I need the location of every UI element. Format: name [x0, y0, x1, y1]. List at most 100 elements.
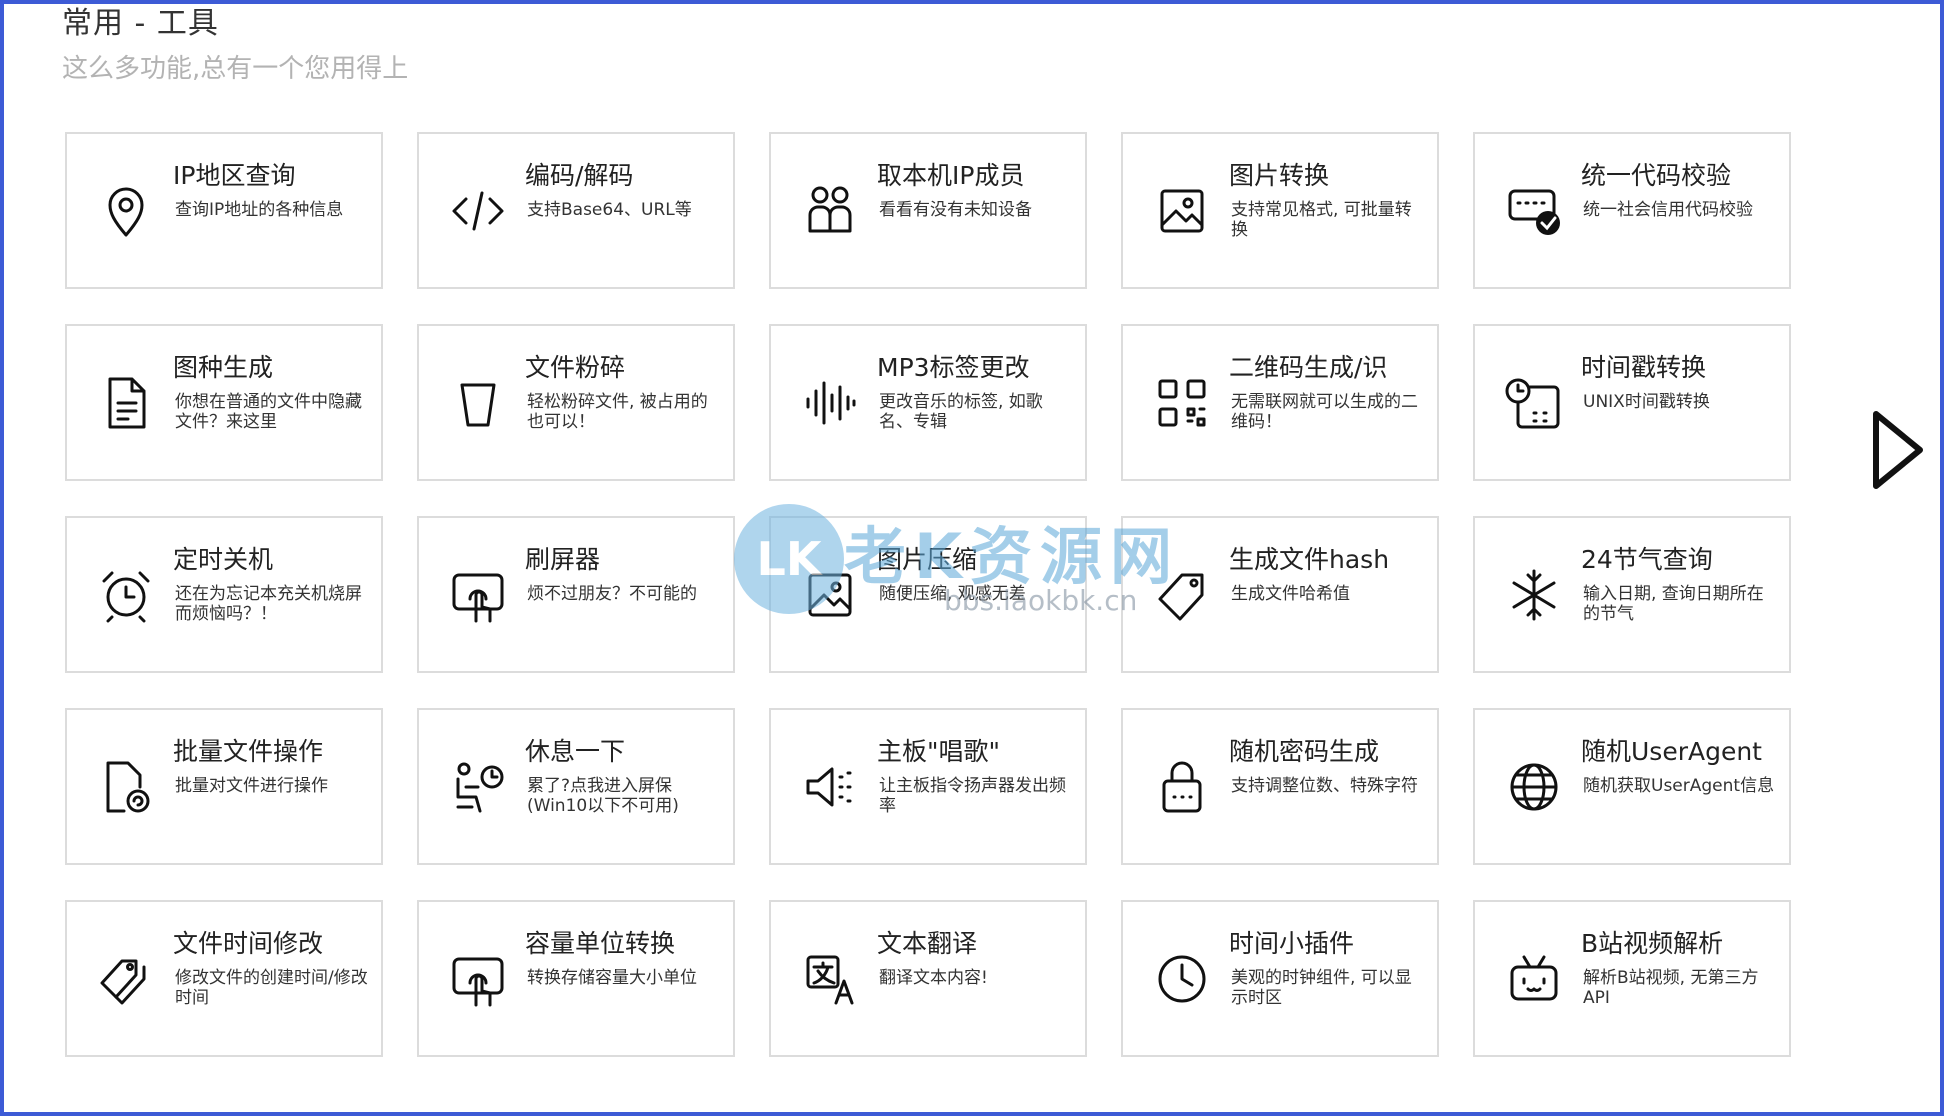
tool-card[interactable]: 刷屏器烦不过朋友？不可能的: [417, 516, 735, 673]
tags-icon: [93, 946, 159, 1012]
next-page-arrow-icon[interactable]: [1868, 408, 1926, 492]
tool-title: 时间戳转换: [1581, 353, 1707, 382]
tool-description: UNIX时间戳转换: [1583, 392, 1710, 412]
tool-title: 二维码生成/识: [1229, 353, 1388, 382]
location-pin-icon: [93, 178, 159, 244]
tool-card[interactable]: 24节气查询输入日期, 查询日期所在的节气: [1473, 516, 1791, 673]
tool-description: 批量对文件进行操作: [175, 776, 328, 796]
tool-title: 生成文件hash: [1229, 545, 1390, 574]
tool-title: 文件粉碎: [525, 353, 626, 382]
app-window: 常用 - 工具 这么多功能,总有一个您用得上 IP地区查询查询IP地址的各种信息…: [0, 0, 1944, 1116]
tool-description: 美观的时钟组件, 可以显示时区: [1231, 968, 1412, 1008]
tool-title: 文件时间修改: [173, 929, 324, 958]
speaker-icon: [797, 754, 863, 820]
calendar-clock-icon: [1501, 370, 1567, 436]
tool-description: 输入日期, 查询日期所在的节气: [1583, 584, 1764, 624]
tool-description: 转换存储容量大小单位: [527, 968, 697, 988]
tool-description: 累了?点我进入屏保(Win10以下不可用): [527, 776, 679, 816]
tool-card[interactable]: B站视频解析解析B站视频, 无第三方API: [1473, 900, 1791, 1057]
tool-title: 刷屏器: [525, 545, 601, 574]
tool-title: 随机密码生成: [1229, 737, 1380, 766]
tool-description: 烦不过朋友？不可能的: [527, 584, 697, 604]
tool-title: 批量文件操作: [173, 737, 324, 766]
tool-card[interactable]: 文件粉碎轻松粉碎文件, 被占用的也可以！: [417, 324, 735, 481]
tool-card[interactable]: 编码/解码支持Base64、URL等: [417, 132, 735, 289]
tool-card[interactable]: 统一代码校验统一社会信用代码校验: [1473, 132, 1791, 289]
clock-icon: [1149, 946, 1215, 1012]
image-icon: [1149, 178, 1215, 244]
tool-title: 文本翻译: [877, 929, 978, 958]
tool-description: 随便压缩, 观感无差: [879, 584, 1026, 604]
qr-code-icon: [1149, 370, 1215, 436]
tool-description: 轻松粉碎文件, 被占用的也可以！: [527, 392, 708, 432]
alarm-clock-icon: [93, 562, 159, 628]
tag-icon: [1149, 562, 1215, 628]
tool-card[interactable]: 批量文件操作批量对文件进行操作: [65, 708, 383, 865]
tool-title: 定时关机: [173, 545, 274, 574]
users-icon: [797, 178, 863, 244]
tool-title: 24节气查询: [1581, 545, 1713, 574]
tool-card[interactable]: 随机UserAgent 随机获取UserAgent信息: [1473, 708, 1791, 865]
translate-icon: [797, 946, 863, 1012]
tool-card[interactable]: MP3标签更改更改音乐的标签, 如歌名、专辑: [769, 324, 1087, 481]
tool-card[interactable]: 随机密码生成支持调整位数、特殊字符: [1121, 708, 1439, 865]
tool-title: 统一代码校验: [1581, 161, 1732, 190]
rest-person-icon: [445, 754, 511, 820]
tool-description: 查询IP地址的各种信息: [175, 200, 344, 220]
bilibili-tv-icon: [1501, 946, 1567, 1012]
tool-description: 更改音乐的标签, 如歌名、专辑: [879, 392, 1043, 432]
file-sync-icon: [93, 754, 159, 820]
verify-card-icon: [1501, 178, 1567, 244]
tool-description: 统一社会信用代码校验: [1583, 200, 1753, 220]
tool-card[interactable]: 时间戳转换 UNIX时间戳转换: [1473, 324, 1791, 481]
tools-grid: IP地区查询 查询IP地址的各种信息 编码/解码 支持Base64、URL等 取本机IP…: [65, 132, 1791, 1057]
globe-icon: [1501, 754, 1567, 820]
tool-description: 解析B站视频, 无第三方API: [1583, 968, 1759, 1008]
tool-title: 容量单位转换: [525, 929, 676, 958]
tool-title: 图片转换: [1229, 161, 1330, 190]
tool-description: 翻译文本内容!: [879, 968, 988, 988]
tool-card[interactable]: 主板"唱歌" 让主板指令扬声器发出频率: [769, 708, 1087, 865]
tool-card[interactable]: IP地区查询查询IP地址的各种信息: [65, 132, 383, 289]
touch-screen-icon: [445, 946, 511, 1012]
image-compress-icon: [797, 562, 863, 628]
tool-title: 时间小插件: [1229, 929, 1355, 958]
tool-card[interactable]: 文件时间修改 修改文件的创建时间/修改时间: [65, 900, 383, 1057]
tool-card[interactable]: 时间小插件美观的时钟组件, 可以显示时区: [1121, 900, 1439, 1057]
tool-description: 支持Base64、URL等: [527, 200, 692, 220]
code-icon: [445, 178, 511, 244]
tool-card[interactable]: 文本翻译翻译文本内容!: [769, 900, 1087, 1057]
tool-description: 生成文件哈希值: [1231, 584, 1350, 604]
tool-description: 支持调整位数、特殊字符: [1231, 776, 1418, 796]
tool-card[interactable]: 图片压缩随便压缩, 观感无差: [769, 516, 1087, 673]
tool-title: 随机UserAgent: [1581, 737, 1762, 766]
tool-title: MP3标签更改: [877, 353, 1030, 382]
tool-card[interactable]: 生成文件hash 生成文件哈希值: [1121, 516, 1439, 673]
trash-cup-icon: [445, 370, 511, 436]
document-icon: [93, 370, 159, 436]
tool-title: 休息一下: [525, 737, 626, 766]
snowflake-icon: [1501, 562, 1567, 628]
tool-title: 编码/解码: [525, 161, 634, 190]
tool-title: IP地区查询: [173, 161, 296, 190]
tool-card[interactable]: 定时关机还在为忘记本充关机烧屏而烦恼吗？！: [65, 516, 383, 673]
tool-title: 主板"唱歌": [877, 737, 1000, 766]
tool-description: 看看有没有未知设备: [879, 200, 1032, 220]
tool-card[interactable]: 图片转换 支持常见格式, 可批量转换: [1121, 132, 1439, 289]
tool-description: 你想在普通的文件中隐藏文件？来这里: [175, 392, 362, 432]
tool-description: 让主板指令扬声器发出频率: [879, 776, 1066, 816]
page-title: 常用 - 工具: [62, 6, 219, 41]
touch-screen-icon: [445, 562, 511, 628]
tool-card[interactable]: 容量单位转换转换存储容量大小单位: [417, 900, 735, 1057]
tool-title: 取本机IP成员: [877, 161, 1025, 190]
tool-card[interactable]: 图种生成你想在普通的文件中隐藏文件？来这里: [65, 324, 383, 481]
lock-icon: [1149, 754, 1215, 820]
tool-title: B站视频解析: [1581, 929, 1724, 958]
tool-title: 图片压缩: [877, 545, 978, 574]
tool-description: 还在为忘记本充关机烧屏而烦恼吗？！: [175, 584, 362, 624]
tool-card[interactable]: 二维码生成/识 无需联网就可以生成的二维码！: [1121, 324, 1439, 481]
tool-card[interactable]: 休息一下累了?点我进入屏保(Win10以下不可用): [417, 708, 735, 865]
section-header: 常用 - 工具 这么多功能,总有一个您用得上: [62, 0, 408, 85]
tool-card[interactable]: 取本机IP成员看看有没有未知设备: [769, 132, 1087, 289]
tool-title: 图种生成: [173, 353, 274, 382]
